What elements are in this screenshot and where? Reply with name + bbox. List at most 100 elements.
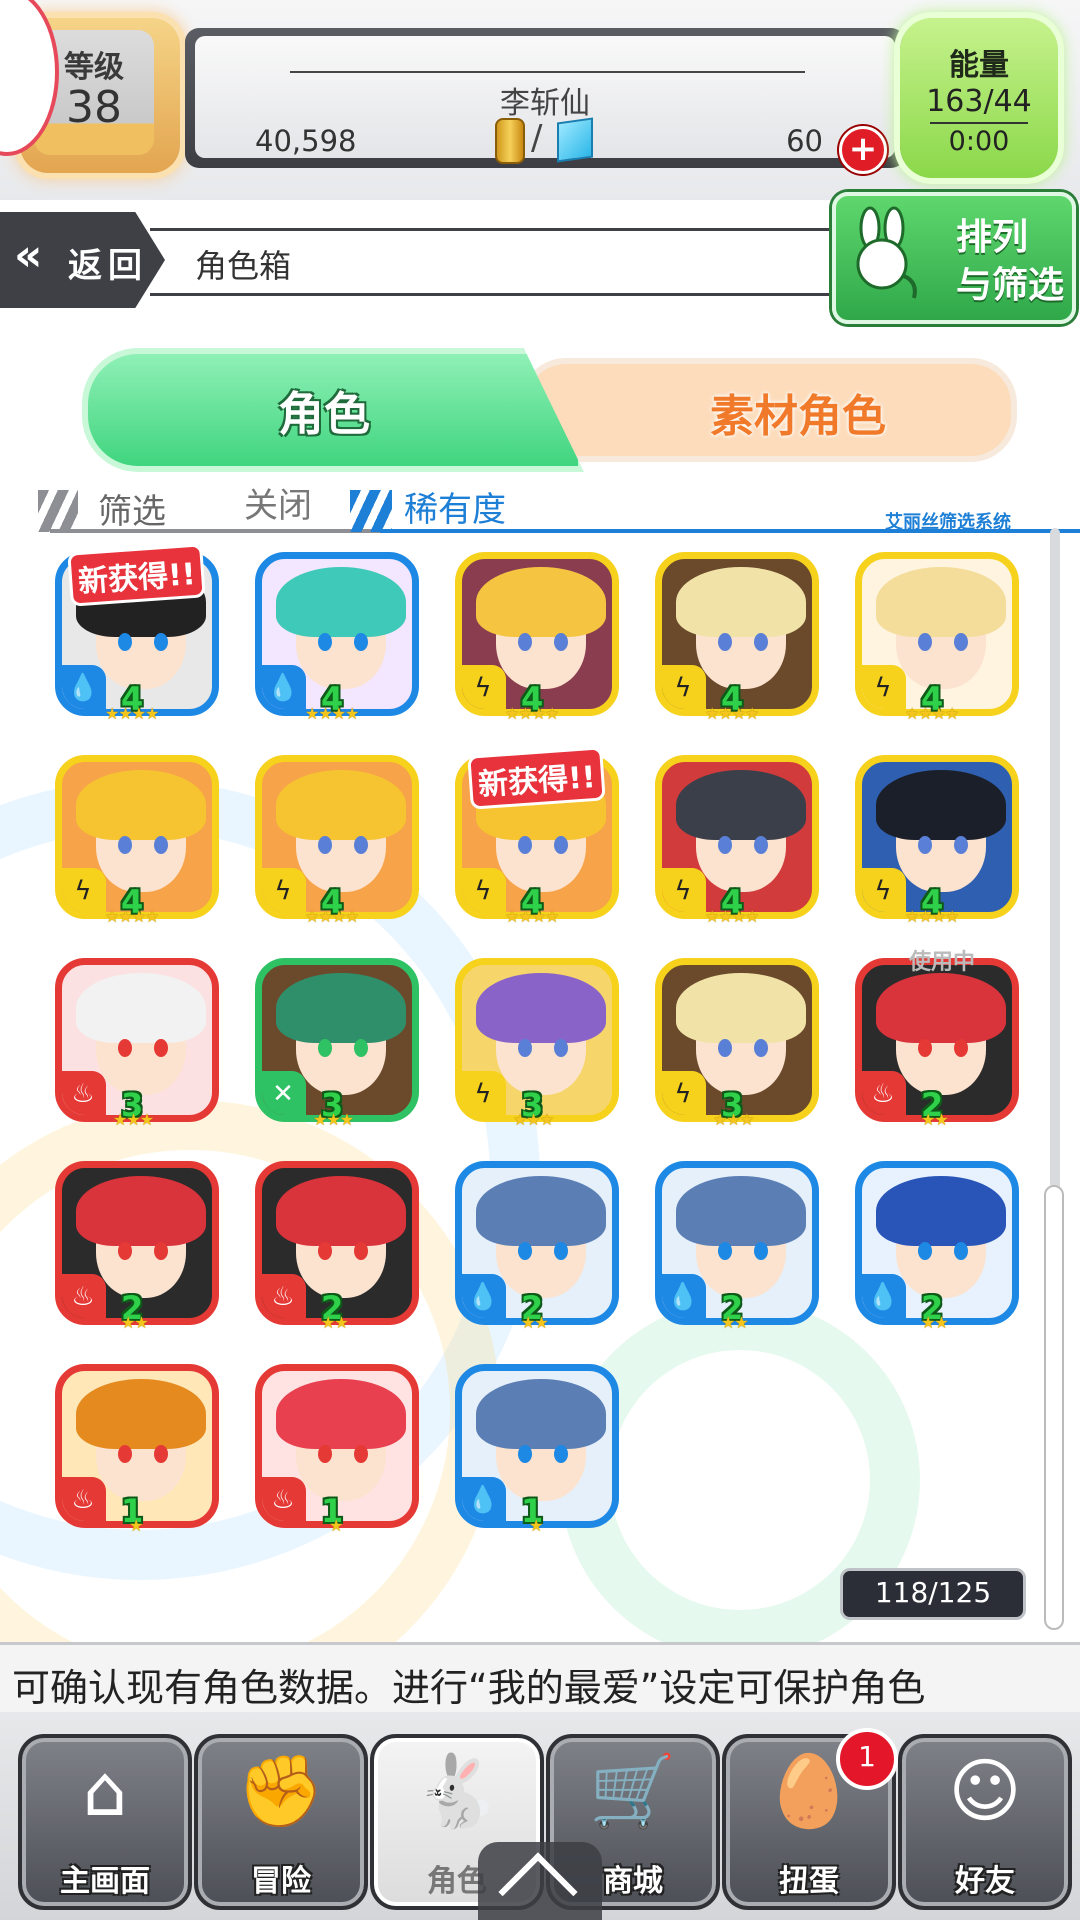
filter-state[interactable]: 关闭 [244,478,312,527]
nav-handshake[interactable]: ✊ 冒险 [194,1734,368,1910]
divider [290,71,805,73]
character-card[interactable]: 💧 2 ★★ [455,1161,625,1336]
thunder-element-icon: ϟ [462,868,506,912]
coin-icon [495,118,525,164]
buy-gems-button[interactable]: + [839,126,887,174]
notification-badge: 1 [836,1728,898,1790]
sort-by-rarity[interactable]: 稀有度 [404,482,506,531]
rarity-stars: ★★★★ [305,907,359,926]
character-card[interactable]: 💧 1 ★ [455,1364,625,1539]
character-card[interactable]: ϟ 4 ★★★★ [455,552,625,727]
new-badge: 新获得!! [67,543,207,607]
thunder-element-icon: ϟ [262,868,306,912]
character-card[interactable]: ϟ 4 ★★★★ [855,755,1025,930]
character-hair [276,973,406,1043]
character-eye [754,633,768,651]
fire-element-icon: ♨ [862,1071,906,1115]
rarity-stars: ★★★ [313,1110,354,1129]
character-card[interactable]: ϟ 4 ★★★★ [55,755,225,930]
new-badge: 新获得!! [467,746,607,810]
character-card[interactable]: ϟ 新获得!! 4 ★★★★ [455,746,625,930]
character-eye [518,1039,532,1057]
character-card[interactable]: ϟ 3 ★★★ [655,958,825,1133]
water-element-icon: 💧 [62,665,106,709]
nav-friends[interactable]: ☺ 好友 [898,1734,1072,1910]
character-eye [554,633,568,651]
player-info-bar: 李斩仙 40,598 / 60 + [185,28,905,174]
character-card[interactable]: ♨ 3 ★★★ [55,958,225,1133]
energy-panel[interactable]: 能量 163/44 0:00 [900,18,1058,178]
character-card[interactable]: 💧 2 ★★ [655,1161,825,1336]
filter-label[interactable]: 筛选 [98,484,166,533]
rarity-stars: ★★ [521,1313,549,1332]
rarity-stars: ★★★★ [105,907,159,926]
thunder-element-icon: ϟ [862,665,906,709]
rabbit-icon: 🐇 [413,1750,501,1832]
back-button[interactable]: « 返回 [0,212,165,308]
player-info-panel: 李斩仙 40,598 / 60 + [195,36,895,174]
character-eye [554,1242,568,1260]
fire-element-icon: ♨ [262,1274,306,1318]
home-icon: ⌂ [82,1750,128,1832]
character-eye [954,1039,968,1057]
character-card[interactable]: ϟ 4 ★★★★ [655,755,825,930]
rarity-stars: ★★★ [113,1110,154,1129]
character-card[interactable]: ♨ 1 ★ [255,1364,425,1539]
tab-material-characters[interactable]: 素材角色 [520,358,1017,462]
filter-system-tag: 艾丽丝筛选系统 [885,512,1011,533]
character-eye [954,1242,968,1260]
character-card[interactable]: ϟ 4 ★★★★ [655,552,825,727]
character-hair [876,1176,1006,1246]
thunder-element-icon: ϟ [662,1071,706,1115]
water-element-icon: 💧 [862,1274,906,1318]
swipe-up-handle[interactable] [478,1842,602,1932]
character-card[interactable]: ♨ 1 ★ [55,1364,225,1539]
sort-filter-button[interactable]: 排列 与筛选 [832,192,1076,324]
thunder-element-icon: ϟ [662,868,706,912]
page-title: 角色箱 [195,247,292,285]
character-eye [318,1242,332,1260]
character-card[interactable]: ϟ 4 ★★★★ [255,755,425,930]
character-card[interactable]: 💧 4 ★★★★ [255,552,425,727]
in-use-label: 使用中 [909,950,976,975]
fire-element-icon: ♨ [262,1477,306,1521]
rarity-stars: ★★ [721,1313,749,1332]
character-eye [154,1039,168,1057]
rarity-stars: ★★★★ [505,704,559,723]
character-card[interactable]: ♨ 2 ★★ [255,1161,425,1336]
handshake-icon: ✊ [237,1750,325,1832]
nav-egg[interactable]: 🥚 扭蛋 1 [722,1728,898,1910]
character-hair [276,1379,406,1449]
character-card[interactable]: ✕ 3 ★★★ [255,958,425,1133]
character-hair [876,770,1006,840]
character-eye [518,836,532,854]
character-card[interactable]: 💧 新获得!! 4 ★★★★ [55,543,225,727]
character-eye [918,1242,932,1260]
rarity-stars: ★★★ [513,1110,554,1129]
character-eye [318,1445,332,1463]
character-card[interactable]: ϟ 4 ★★★★ [855,552,1025,727]
sort-filter-label-line2: 与筛选 [956,265,1065,306]
character-card[interactable]: ϟ 3 ★★★ [455,958,625,1133]
rabbit-icon [856,206,917,299]
status-header: 等级 38 › 李斩仙 40,598 / 60 + 能量 163/44 0:00 [0,0,1080,200]
energy-label: 能量 [949,48,1009,83]
character-card[interactable]: ♨ 2 ★★ [55,1161,225,1336]
character-eye [718,1242,732,1260]
nav-home[interactable]: ⌂ 主画面 [18,1734,192,1910]
character-card[interactable]: 💧 2 ★★ [855,1161,1025,1336]
gem-icon [557,117,593,163]
character-eye [554,1039,568,1057]
rarity-stars: ★★★★ [105,704,159,723]
scrollbar-thumb[interactable] [1044,1185,1064,1630]
page-title-bar: 角色箱 [150,228,850,296]
character-eye [154,1445,168,1463]
tab-characters[interactable]: 角色 [82,348,584,472]
thunder-element-icon: ϟ [462,1071,506,1115]
character-card[interactable]: ♨ 使用中 2 ★★ [855,950,1025,1133]
character-eye [754,1039,768,1057]
character-hair [876,567,1006,637]
rarity-stars: ★★★★ [905,907,959,926]
character-eye [118,633,132,651]
character-hair [476,1176,606,1246]
